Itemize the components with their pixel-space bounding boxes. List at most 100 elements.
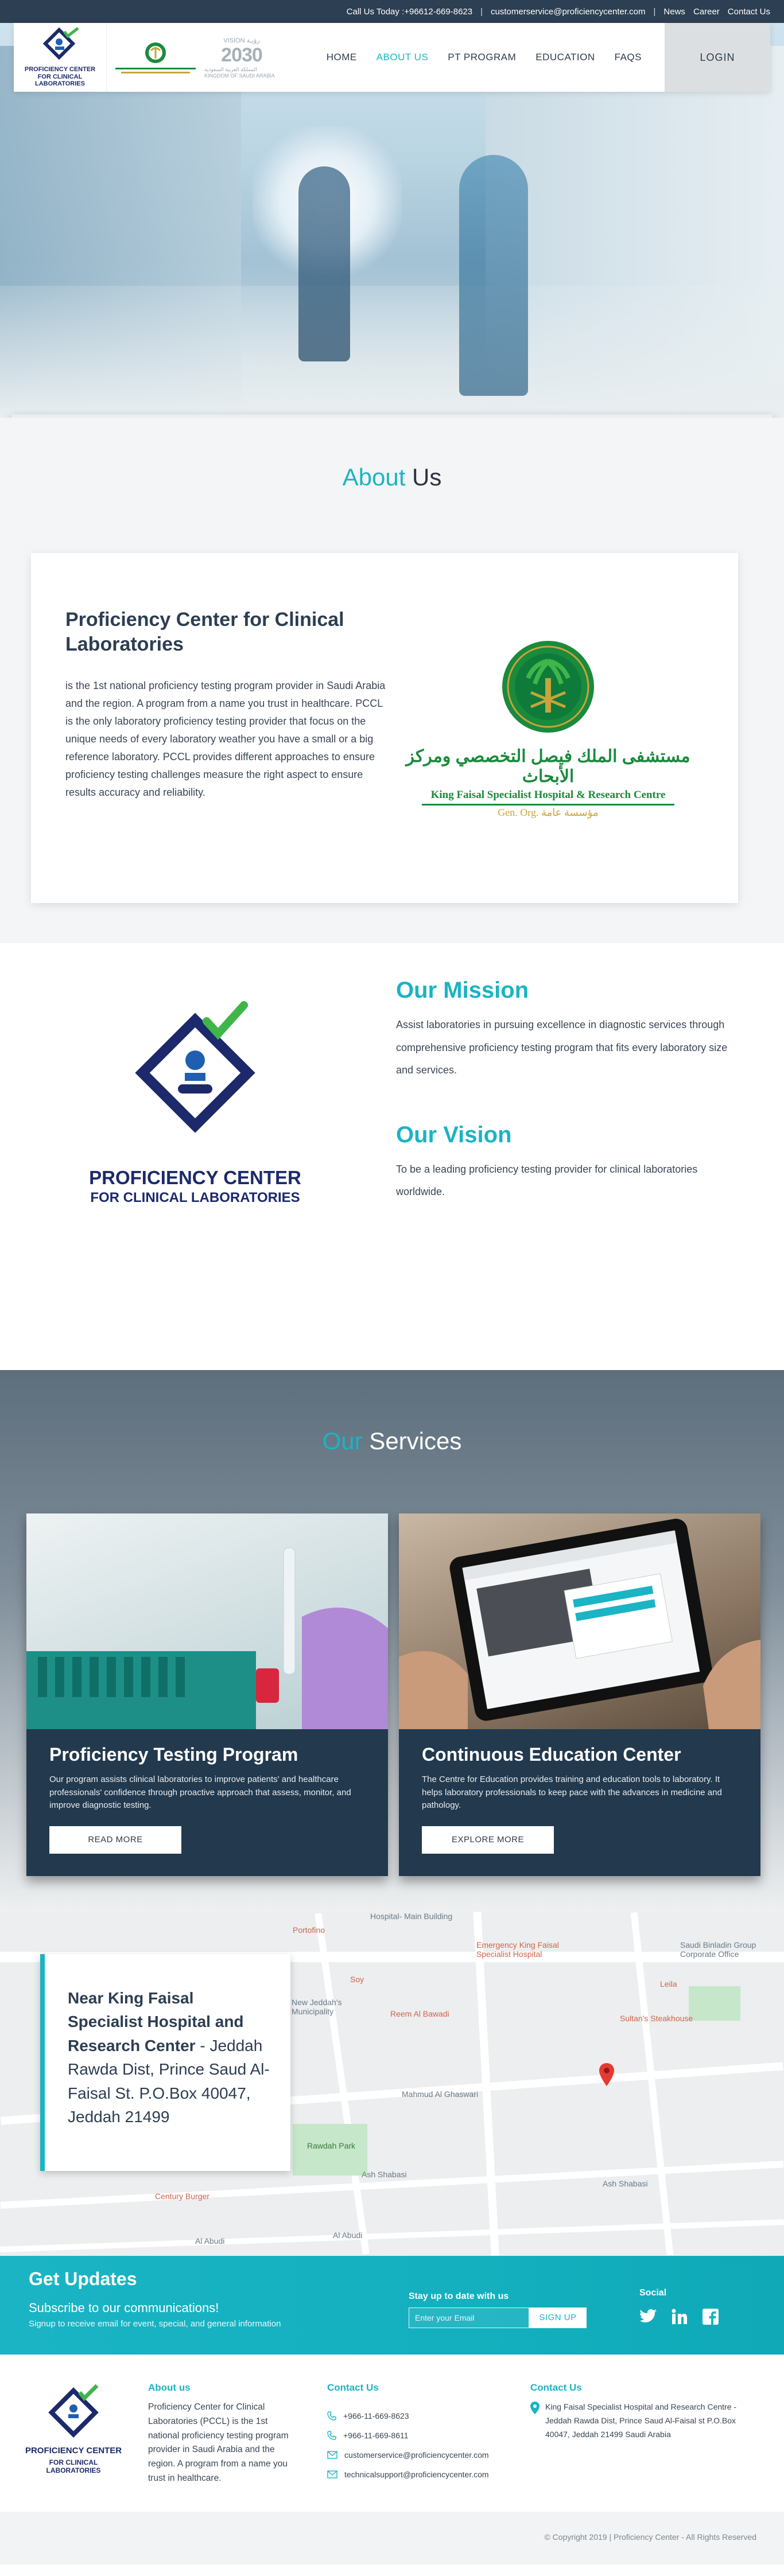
about-card-title: Proficiency Center for Clinical Laborato…: [65, 609, 344, 655]
nav-pt-program[interactable]: PT PROGRAM: [448, 52, 516, 63]
pccl-logo-icon: [135, 1001, 255, 1133]
footer-logo-line1: PROFICIENCY CENTER: [25, 2446, 122, 2456]
copyright-text: © Copyright 2019 | Proficiency Center - …: [544, 2532, 756, 2542]
footer-address-text: King Faisal Specialist Hospital and Rese…: [545, 2402, 737, 2439]
phone-1-text: +966-11-669-8623: [343, 2411, 409, 2421]
map-label-mahmud: Mahmud Al Ghaswari: [402, 2089, 479, 2099]
map-label-binladin: Saudi Binladin Group Corporate Office: [680, 1940, 756, 1959]
map-label-soy: Soy: [350, 1975, 364, 1984]
map-label-rawdah: Rawdah Park: [307, 2141, 356, 2150]
vision-year: 2030: [221, 44, 263, 66]
location-map[interactable]: Hospital- Main Building Portofino Emerge…: [0, 1912, 784, 2256]
service-card-education: Continuous Education Center The Centre f…: [399, 1513, 760, 1876]
email-1-text: customerservice@proficiencycenter.com: [344, 2450, 489, 2460]
envelope-icon: [327, 2470, 337, 2478]
lab-image: [26, 1513, 388, 1729]
vision-sub: المملكة العربية السعودية KINGDOM OF SAUD…: [204, 66, 275, 79]
main-nav: HOME ABOUT US PT PROGRAM EDUCATION FAQS: [327, 23, 665, 92]
linkedin-icon[interactable]: [670, 2307, 689, 2326]
map-label-emergency: Emergency King Faisal Specialist Hospita…: [476, 1940, 559, 1959]
service-card-pt: Proficiency Testing Program Our program …: [26, 1513, 388, 1876]
sign-up-button[interactable]: SIGN UP: [529, 2307, 587, 2328]
pccl-logo[interactable]: PROFICIENCY CENTER FOR CLINICAL LABORATO…: [14, 23, 107, 92]
map-label-new-jeddah: New Jeddah's Municipality: [292, 1998, 342, 2016]
services-section: Our Services Proficiency Testing Program…: [0, 1370, 784, 1912]
site-header: PROFICIENCY CENTER FOR CLINICAL LABORATO…: [14, 23, 770, 92]
contact-us-link[interactable]: Contact Us: [728, 7, 770, 17]
nav-education[interactable]: EDUCATION: [535, 52, 595, 63]
separator: |: [480, 6, 483, 17]
about-card: Proficiency Center for Clinical Laborato…: [31, 553, 738, 903]
map-label-ash-shabasi: Ash Shabasi: [362, 2170, 407, 2179]
nav-home[interactable]: HOME: [327, 52, 357, 63]
vision-text: To be a leading proficiency testing prov…: [396, 1163, 698, 1198]
twitter-icon[interactable]: [639, 2307, 658, 2326]
kfsh-logo: مستشفى الملك فيصل التخصصي ومركز الأبحاث …: [393, 553, 704, 903]
email-2-text: technicalsupport@proficiencycenter.com: [344, 2470, 489, 2479]
vision-2030-logo: VISION رؤيـة 2030 المملكة العربية السعود…: [204, 23, 279, 92]
footer-about-text: Proficiency Center for Clinical Laborato…: [148, 2402, 289, 2483]
separator: |: [653, 6, 656, 17]
footer-logo-line2: FOR CLINICAL LABORATORIES: [46, 2458, 101, 2475]
logo-line2: FOR CLINICAL LABORATORIES: [35, 73, 85, 88]
big-logo-line1: PROFICIENCY CENTER: [89, 1167, 301, 1188]
big-logo-line2: FOR CLINICAL LABORATORIES: [90, 1190, 300, 1206]
email-link[interactable]: customerservice@proficiencycenter.com: [491, 7, 646, 17]
map-marker-icon: [530, 2402, 540, 2414]
vision-title: Our Vision: [396, 1122, 512, 1147]
mission-title: Our Mission: [396, 978, 529, 1003]
services-heading-rest: Services: [362, 1427, 462, 1454]
map-label-century: Century Burger: [155, 2192, 209, 2201]
footer-contact-list: +966-11-669-8623 +966-11-669-8611 custom…: [327, 2406, 489, 2484]
news-link[interactable]: News: [663, 7, 685, 17]
about-heading-accent: About: [342, 464, 406, 491]
about-card-text: is the 1st national proficiency testing …: [65, 680, 386, 798]
about-section: About Us Proficiency Center for Clinical…: [0, 418, 784, 943]
updates-subtitle: Subscribe to our communications!: [29, 2301, 219, 2315]
career-link[interactable]: Career: [693, 7, 720, 17]
call-us-text: Call Us Today :+96612-669-8623: [346, 6, 473, 17]
footer-about-title: About us: [148, 2382, 191, 2393]
service-title: Proficiency Testing Program: [49, 1744, 298, 1765]
facebook-icon[interactable]: [701, 2307, 720, 2326]
login-button[interactable]: LOGIN: [665, 23, 770, 92]
phone-icon: [327, 2431, 336, 2440]
service-title: Continuous Education Center: [422, 1744, 681, 1765]
contact-email-2[interactable]: technicalsupport@proficiencycenter.com: [327, 2465, 489, 2484]
envelope-icon: [327, 2451, 337, 2459]
pccl-logo-icon: [42, 27, 79, 60]
kfsh-emblem-icon: [145, 42, 166, 63]
email-input[interactable]: [409, 2307, 529, 2328]
nav-about-us[interactable]: ABOUT US: [377, 52, 429, 63]
map-label-al-abudi: Al Abudi: [333, 2231, 363, 2240]
footer-contact-title-2: Contact Us: [530, 2382, 582, 2393]
kfsh-gen-org: Gen. Org. مؤسسة عامة: [498, 806, 599, 818]
explore-more-button[interactable]: EXPLORE MORE: [422, 1826, 554, 1854]
location-pin-icon[interactable]: [599, 2063, 614, 2086]
kfsh-arabic-name: مستشفى الملك فيصل التخصصي ومركز الأبحاث: [406, 746, 690, 786]
about-heading: About Us: [0, 418, 784, 491]
services-heading: Our Services: [0, 1370, 784, 1455]
footer-logo[interactable]: PROFICIENCY CENTER FOR CLINICAL LABORATO…: [22, 2384, 125, 2475]
site-footer: PROFICIENCY CENTER FOR CLINICAL LABORATO…: [0, 2355, 784, 2512]
vision-prefix: VISION رؤيـة: [223, 37, 260, 44]
service-text: Our program assists clinical laboratorie…: [49, 1775, 351, 1810]
contact-email-1[interactable]: customerservice@proficiencycenter.com: [327, 2445, 489, 2465]
logo-line1: PROFICIENCY CENTER: [24, 66, 96, 73]
map-label-reem: Reem Al Bawadi: [390, 2009, 449, 2018]
nav-faqs[interactable]: FAQS: [615, 52, 642, 63]
pccl-big-logo: PROFICIENCY CENTER FOR CLINICAL LABORATO…: [80, 998, 310, 1206]
about-heading-rest: Us: [405, 464, 442, 491]
footer-contact-title: Contact Us: [327, 2382, 379, 2393]
read-more-button[interactable]: READ MORE: [49, 1826, 181, 1854]
map-label-leila: Leila: [660, 1979, 677, 1989]
contact-phone-1[interactable]: +966-11-669-8623: [327, 2406, 489, 2426]
stay-up-to-date: Stay up to date with us: [409, 2291, 509, 2301]
map-label-sultans: Sultan's Steakhouse: [620, 2014, 693, 2023]
contact-phone-2[interactable]: +966-11-669-8611: [327, 2426, 489, 2445]
address-card: Near King Faisal Specialist Hospital and…: [40, 1954, 290, 2171]
phone-2-text: +966-11-669-8611: [343, 2431, 409, 2440]
kfsh-emblem-icon: [502, 640, 594, 733]
kfsh-small-logo: [107, 23, 204, 92]
phone-icon: [327, 2411, 336, 2421]
